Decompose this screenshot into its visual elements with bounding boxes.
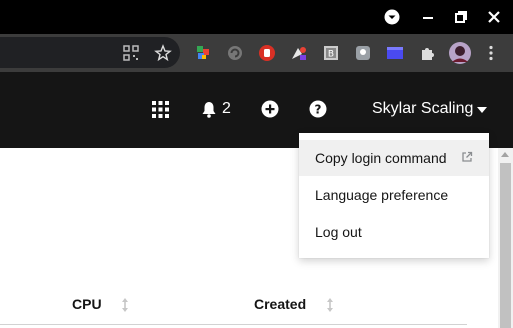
menu-item-language-preference[interactable]: Language preference bbox=[299, 177, 489, 213]
menu-item-copy-login-command[interactable]: Copy login command bbox=[299, 140, 489, 176]
external-link-icon bbox=[462, 151, 473, 162]
menu-item-label: Copy login command bbox=[315, 150, 447, 166]
bookmark-star-icon[interactable] bbox=[154, 44, 172, 62]
svg-text:?: ? bbox=[315, 103, 322, 117]
close-icon[interactable] bbox=[486, 9, 502, 25]
bell-icon bbox=[202, 101, 216, 118]
notifications-button[interactable]: 2 bbox=[201, 99, 231, 119]
refresh-extension-icon[interactable] bbox=[226, 44, 244, 62]
user-menu-toggle[interactable]: Skylar Scaling bbox=[372, 99, 488, 119]
chevron-down-icon[interactable] bbox=[384, 9, 400, 25]
table-header-divider bbox=[0, 324, 467, 325]
plus-circle-icon[interactable] bbox=[261, 100, 279, 118]
minimize-icon[interactable] bbox=[420, 9, 436, 25]
b-extension-icon[interactable]: B bbox=[322, 44, 340, 62]
sort-icon[interactable] bbox=[326, 297, 334, 313]
window-extension-icon[interactable] bbox=[386, 44, 404, 62]
help-icon[interactable]: ? bbox=[309, 100, 327, 118]
kebab-menu-icon[interactable] bbox=[482, 44, 500, 62]
username: Skylar Scaling bbox=[372, 100, 474, 117]
menu-item-label: Language preference bbox=[315, 187, 449, 203]
address-bar[interactable] bbox=[0, 37, 180, 68]
menu-item-log-out[interactable]: Log out bbox=[299, 214, 489, 250]
person-extension-icon[interactable] bbox=[354, 44, 372, 62]
colorful-extension-icon[interactable] bbox=[194, 44, 212, 62]
palette-extension-icon[interactable] bbox=[290, 44, 308, 62]
puzzle-extensions-icon[interactable] bbox=[418, 44, 436, 62]
svg-text:B: B bbox=[328, 50, 334, 60]
column-header-created[interactable]: Created bbox=[254, 296, 306, 312]
scroll-up-arrow-icon[interactable] bbox=[501, 152, 509, 157]
app-launcher-icon[interactable] bbox=[152, 101, 169, 118]
menu-item-label: Log out bbox=[315, 224, 362, 240]
user-dropdown-menu: Copy login command Language preference L… bbox=[299, 133, 489, 258]
scrollbar-thumb[interactable] bbox=[500, 163, 511, 328]
qr-code-icon[interactable] bbox=[122, 44, 140, 62]
notification-count: 2 bbox=[222, 100, 231, 117]
caret-down-icon bbox=[477, 107, 488, 113]
browser-toolbar: B bbox=[0, 34, 513, 72]
column-header-cpu[interactable]: CPU bbox=[72, 296, 102, 312]
profile-avatar[interactable] bbox=[449, 42, 471, 64]
browser-title-bar bbox=[0, 0, 513, 34]
maximize-icon[interactable] bbox=[453, 9, 469, 25]
hand-extension-icon[interactable] bbox=[258, 44, 276, 62]
sort-icon[interactable] bbox=[121, 297, 129, 313]
